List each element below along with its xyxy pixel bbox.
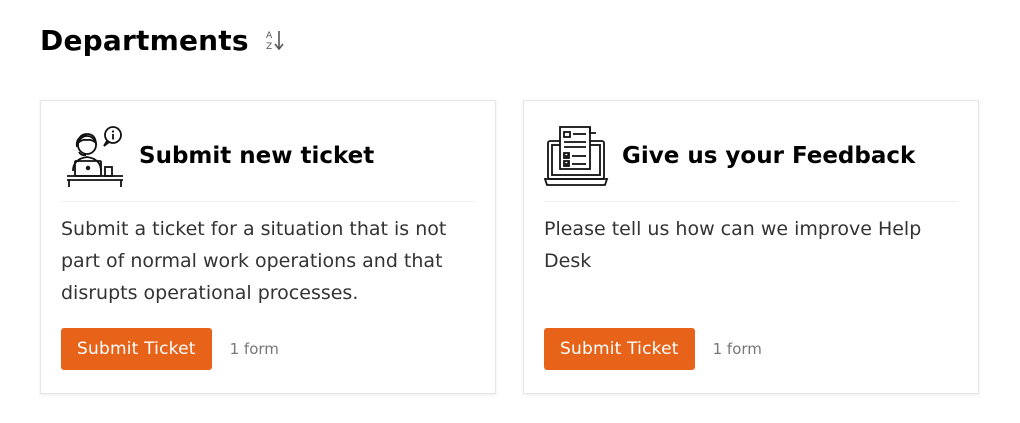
sort-alpha-down-glyph: A Z [266,31,284,52]
form-count: 1 form [229,340,279,358]
laptop-feedback-form-icon [544,126,609,186]
department-card-submit-ticket[interactable]: Submit new ticket Submit a ticket for a … [40,100,496,394]
page-header: Departments A Z [40,20,289,60]
card-actions: Submit Ticket 1 form [61,328,279,370]
submit-ticket-button[interactable]: Submit Ticket [544,328,695,370]
sort-alpha-down-icon[interactable]: A Z [263,27,289,53]
card-description: Please tell us how can we improve Help D… [544,218,922,272]
page-title: Departments [40,23,249,57]
submit-ticket-button[interactable]: Submit Ticket [61,328,212,370]
card-title: Submit new ticket [139,143,375,169]
card-header: Submit new ticket [61,123,475,202]
card-title: Give us your Feedback [622,143,916,169]
department-card-feedback[interactable]: Give us your Feedback Please tell us how… [523,100,979,394]
form-count: 1 form [712,340,762,358]
card-description: Submit a ticket for a situation that is … [61,218,447,304]
svg-text:Z: Z [266,42,272,52]
card-header: Give us your Feedback [544,123,958,202]
support-agent-icon [67,126,123,187]
svg-text:A: A [266,31,273,41]
card-actions: Submit Ticket 1 form [544,328,762,370]
